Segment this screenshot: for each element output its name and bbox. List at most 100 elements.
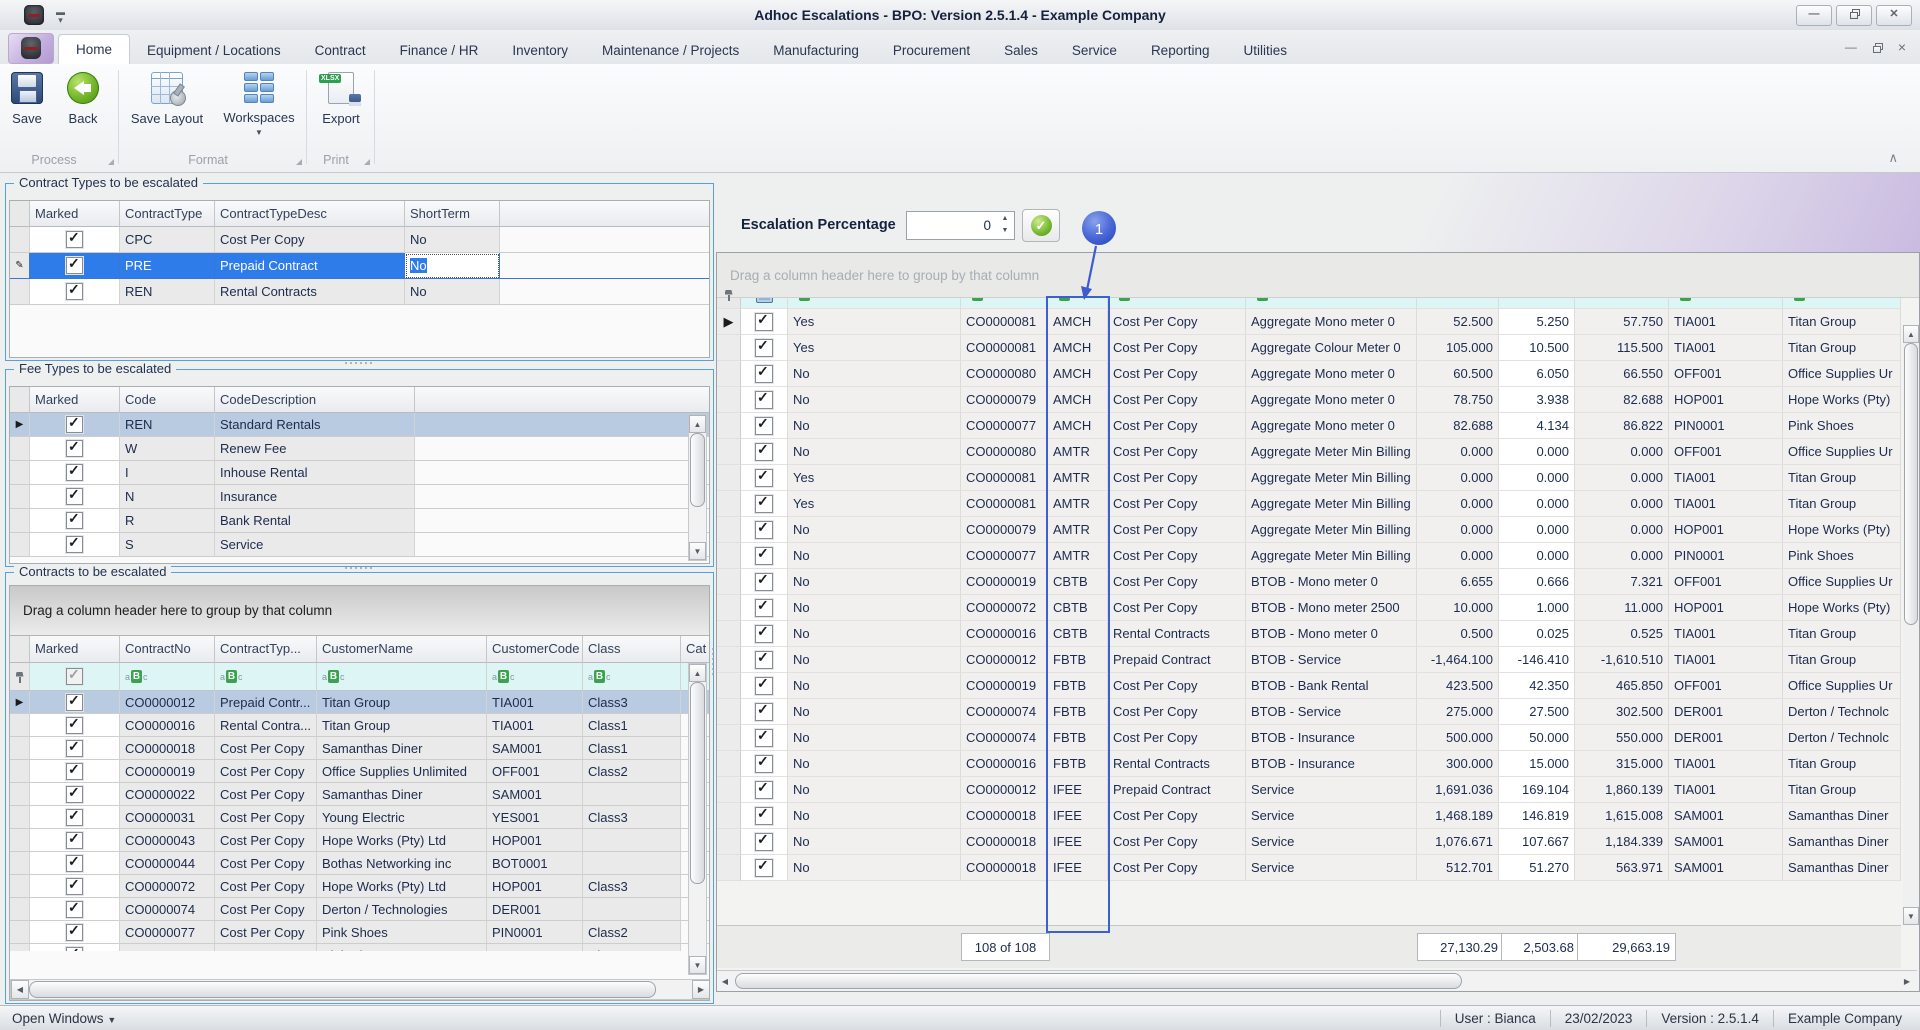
exclfromescalation-cell[interactable]: No: [788, 543, 961, 569]
row-checkbox-cell[interactable]: [741, 699, 788, 725]
ribbon-tab[interactable]: Procurement: [876, 37, 987, 64]
contractno-cell[interactable]: CO0000079: [961, 387, 1048, 413]
table-row[interactable]: CO0000018 Cost Per Copy Samanthas Diner …: [10, 737, 709, 760]
table-row[interactable]: No CO0000016 CBTB Rental Contracts BTOB …: [717, 621, 1901, 647]
filter-marked[interactable]: [30, 663, 120, 691]
customercode-cell[interactable]: OFF001: [1669, 673, 1783, 699]
table-row[interactable]: No CO0000080 AMTR Cost Per Copy Aggregat…: [717, 439, 1901, 465]
class-cell[interactable]: Class2: [583, 921, 681, 944]
feetypedesc-cell[interactable]: Aggregate Mono meter 0: [1246, 361, 1417, 387]
contracttypedesc-cell[interactable]: Cost Per Copy: [1108, 465, 1246, 491]
row-checkbox-cell[interactable]: [741, 335, 788, 361]
increase-cell[interactable]: 0.000: [1499, 465, 1575, 491]
customercode-cell[interactable]: SAM001: [1669, 803, 1783, 829]
contracttypedesc-cell[interactable]: Rental Contracts: [215, 279, 405, 305]
type-cell[interactable]: AMCH: [1048, 361, 1108, 387]
contracts-horizontal-scrollbar[interactable]: ◀ ▶: [10, 979, 710, 1000]
spin-up-icon[interactable]: ▲: [996, 212, 1014, 225]
customercode-cell[interactable]: TIA001: [1669, 465, 1783, 491]
checkbox-checked-icon[interactable]: [755, 703, 773, 721]
marked-checkbox-cell[interactable]: [30, 253, 120, 279]
exclfromescalation-cell[interactable]: Yes: [788, 335, 961, 361]
table-row[interactable]: CO0000022 Cost Per Copy Samanthas Diner …: [10, 783, 709, 806]
contracttype-cell[interactable]: CPC: [120, 227, 215, 253]
newamount-cell[interactable]: 0.000: [1575, 439, 1669, 465]
exclfromescalation-cell[interactable]: No: [788, 725, 961, 751]
type-cell[interactable]: FBTB: [1048, 699, 1108, 725]
contracttypedesc-cell[interactable]: Cost Per Copy: [1108, 673, 1246, 699]
marked-checkbox-cell[interactable]: [30, 509, 120, 533]
customername-cell[interactable]: Derton / Technolc: [1783, 725, 1901, 751]
close-button[interactable]: ✕: [1876, 5, 1912, 26]
checkbox-checked-icon[interactable]: [66, 786, 83, 803]
table-row[interactable]: No CO0000072 CBTB Cost Per Copy BTOB - M…: [717, 595, 1901, 621]
row-checkbox-cell[interactable]: [741, 387, 788, 413]
scroll-right-icon[interactable]: ▶: [692, 980, 710, 999]
type-cell[interactable]: IFEE: [1048, 855, 1108, 881]
amount-cell[interactable]: 300.000: [1417, 751, 1499, 777]
increase-cell[interactable]: 5.250: [1499, 309, 1575, 335]
customername-cell[interactable]: Samanthas Diner: [1783, 855, 1901, 881]
table-row[interactable]: No CO0000018 IFEE Cost Per Copy Service …: [717, 855, 1901, 881]
checkbox-checked-icon[interactable]: [755, 313, 773, 331]
type-cell[interactable]: CBTB: [1048, 621, 1108, 647]
code-cell[interactable]: R: [120, 509, 215, 533]
contracttypedesc-cell[interactable]: Cost Per Copy: [1108, 829, 1246, 855]
contracttypedesc-cell[interactable]: Prepaid Contract: [1108, 647, 1246, 673]
contractno-cell[interactable]: CO0000074: [961, 725, 1048, 751]
table-row[interactable]: No CO0000019 FBTB Cost Per Copy BTOB - B…: [717, 673, 1901, 699]
row-checkbox-cell[interactable]: [741, 803, 788, 829]
type-cell[interactable]: AMTR: [1048, 517, 1108, 543]
type-cell[interactable]: AMTR: [1048, 491, 1108, 517]
contractno-cell[interactable]: CO0000018: [120, 737, 215, 760]
shortterm-cell[interactable]: No: [405, 227, 500, 253]
increase-cell[interactable]: 0.000: [1499, 543, 1575, 569]
contracttype-cell[interactable]: Prepaid Contr...: [215, 691, 317, 714]
customername-cell[interactable]: Hope Works (Pty) Ltd: [317, 875, 487, 898]
code-cell[interactable]: I: [120, 461, 215, 485]
amount-cell[interactable]: 105.000: [1417, 335, 1499, 361]
amount-cell[interactable]: 0.000: [1417, 465, 1499, 491]
main-group-panel[interactable]: Drag a column header here to group by th…: [717, 253, 1919, 298]
customername-cell[interactable]: Titan Group: [317, 714, 487, 737]
customercode-cell[interactable]: DER001: [1669, 725, 1783, 751]
customername-cell[interactable]: Samanthas Diner: [317, 737, 487, 760]
checkbox-checked-icon[interactable]: [755, 495, 773, 513]
table-row[interactable]: CO0000019 Cost Per Copy Office Supplies …: [10, 760, 709, 783]
increase-cell[interactable]: 3.938: [1499, 387, 1575, 413]
contractno-cell[interactable]: CO0000016: [120, 714, 215, 737]
feetypedesc-cell[interactable]: BTOB - Service: [1246, 647, 1417, 673]
feetypedesc-cell[interactable]: Aggregate Mono meter 0: [1246, 309, 1417, 335]
contracttype-cell[interactable]: Cost Per Copy: [215, 921, 317, 944]
contractno-cell[interactable]: CO0000072: [120, 875, 215, 898]
customername-cell[interactable]: Office Supplies Ur: [1783, 673, 1901, 699]
newamount-cell[interactable]: 1,860.139: [1575, 777, 1669, 803]
row-checkbox-cell[interactable]: [741, 517, 788, 543]
marked-checkbox-cell[interactable]: [30, 714, 120, 737]
customercode-cell[interactable]: DER001: [1669, 699, 1783, 725]
splitter-handle[interactable]: [345, 567, 372, 569]
type-cell[interactable]: FBTB: [1048, 673, 1108, 699]
newamount-cell[interactable]: 0.000: [1575, 517, 1669, 543]
exclfromescalation-cell[interactable]: No: [788, 595, 961, 621]
increase-cell[interactable]: 27.500: [1499, 699, 1575, 725]
table-row[interactable]: ▶ CO0000012 Prepaid Contr... Titan Group…: [10, 691, 709, 714]
feetypedesc-cell[interactable]: BTOB - Bank Rental: [1246, 673, 1417, 699]
ribbon-tab[interactable]: Sales: [987, 37, 1055, 64]
checkbox-checked-icon[interactable]: [66, 536, 83, 553]
feetypedesc-cell[interactable]: BTOB - Mono meter 0: [1246, 569, 1417, 595]
customercode-cell[interactable]: OFF001: [1669, 439, 1783, 465]
exclfromescalation-cell[interactable]: No: [788, 517, 961, 543]
customername-cell[interactable]: Pink Shoes: [1783, 543, 1901, 569]
exclfromescalation-cell[interactable]: Yes: [788, 491, 961, 517]
type-cell[interactable]: FBTB: [1048, 725, 1108, 751]
column-header-marked[interactable]: Marked: [30, 387, 120, 413]
class-cell[interactable]: Class3: [583, 875, 681, 898]
newamount-cell[interactable]: 82.688: [1575, 387, 1669, 413]
increase-cell[interactable]: 10.500: [1499, 335, 1575, 361]
exclfromescalation-cell[interactable]: No: [788, 777, 961, 803]
column-header-class[interactable]: Class: [583, 635, 681, 663]
main-vertical-scrollbar[interactable]: ▲ ▼: [1903, 325, 1919, 925]
scroll-up-icon[interactable]: ▲: [689, 415, 706, 433]
contractno-cell[interactable]: CO0000043: [120, 829, 215, 852]
